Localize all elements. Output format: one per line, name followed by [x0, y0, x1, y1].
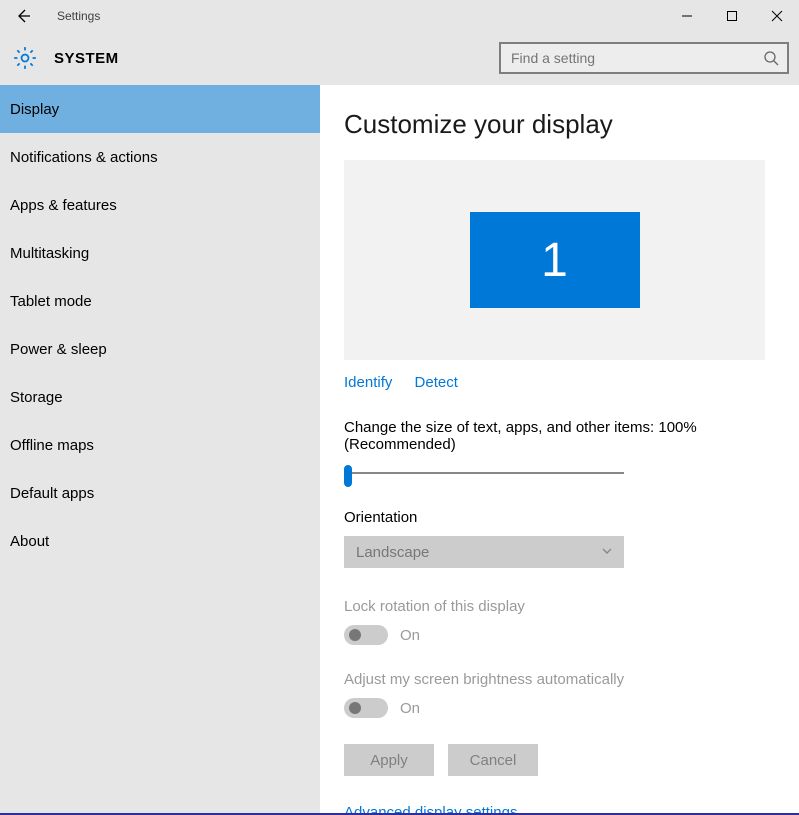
- minimize-icon: [681, 10, 693, 22]
- link-row: Identify Detect: [344, 374, 765, 391]
- window-controls: [664, 0, 799, 32]
- lock-rotation-label: Lock rotation of this display: [344, 598, 765, 615]
- sidebar-item-label: Multitasking: [10, 245, 89, 262]
- apply-button[interactable]: Apply: [344, 744, 434, 776]
- monitor-tile[interactable]: 1: [470, 212, 640, 308]
- cancel-button[interactable]: Cancel: [448, 744, 538, 776]
- gear-icon: [12, 45, 38, 71]
- sidebar-item-label: Storage: [10, 389, 63, 406]
- scale-label: Change the size of text, apps, and other…: [344, 419, 765, 453]
- search-icon: [763, 50, 779, 70]
- search-wrap: [499, 42, 789, 74]
- sidebar-item-label: Power & sleep: [10, 341, 107, 358]
- window-title: Settings: [57, 9, 100, 23]
- scale-slider[interactable]: [344, 463, 624, 483]
- header: SYSTEM: [0, 32, 799, 85]
- button-row: Apply Cancel: [344, 744, 765, 776]
- orientation-value: Landscape: [356, 544, 429, 561]
- sidebar-item-default-apps[interactable]: Default apps: [0, 469, 320, 517]
- orientation-label: Orientation: [344, 509, 765, 526]
- back-button[interactable]: [0, 0, 45, 32]
- toggle-knob: [349, 629, 361, 641]
- sidebar-item-about[interactable]: About: [0, 517, 320, 565]
- chevron-down-icon: [600, 544, 614, 562]
- sidebar-item-storage[interactable]: Storage: [0, 373, 320, 421]
- search-input[interactable]: [509, 49, 779, 67]
- brightness-toggle[interactable]: [344, 698, 388, 718]
- sidebar-item-display[interactable]: Display: [0, 85, 320, 133]
- cancel-label: Cancel: [470, 752, 517, 769]
- brightness-state: On: [400, 700, 420, 717]
- sidebar-item-maps[interactable]: Offline maps: [0, 421, 320, 469]
- sidebar-item-multitasking[interactable]: Multitasking: [0, 229, 320, 277]
- sidebar-item-power[interactable]: Power & sleep: [0, 325, 320, 373]
- slider-thumb[interactable]: [344, 465, 352, 487]
- sidebar-item-apps[interactable]: Apps & features: [0, 181, 320, 229]
- orientation-dropdown[interactable]: Landscape: [344, 536, 624, 568]
- apply-label: Apply: [370, 752, 408, 769]
- lock-rotation-toggle[interactable]: [344, 625, 388, 645]
- lock-rotation-state: On: [400, 627, 420, 644]
- lock-rotation-row: On: [344, 625, 765, 645]
- sidebar-item-label: Notifications & actions: [10, 149, 158, 166]
- sidebar-item-label: About: [10, 533, 49, 550]
- sidebar-item-notifications[interactable]: Notifications & actions: [0, 133, 320, 181]
- main-content: Customize your display 1 Identify Detect…: [320, 85, 799, 815]
- arrow-left-icon: [15, 8, 31, 24]
- page-title: Customize your display: [344, 109, 765, 140]
- sidebar: Display Notifications & actions Apps & f…: [0, 85, 320, 815]
- brightness-label: Adjust my screen brightness automaticall…: [344, 671, 765, 688]
- sidebar-item-label: Apps & features: [10, 197, 117, 214]
- detect-link[interactable]: Detect: [415, 374, 458, 391]
- sidebar-item-tablet[interactable]: Tablet mode: [0, 277, 320, 325]
- titlebar: Settings: [0, 0, 799, 32]
- maximize-icon: [726, 10, 738, 22]
- display-preview[interactable]: 1: [344, 160, 765, 360]
- close-icon: [771, 10, 783, 22]
- sidebar-item-label: Tablet mode: [10, 293, 92, 310]
- sidebar-item-label: Offline maps: [10, 437, 94, 454]
- slider-track-line: [344, 472, 624, 474]
- header-title: SYSTEM: [54, 50, 119, 67]
- close-button[interactable]: [754, 0, 799, 32]
- maximize-button[interactable]: [709, 0, 754, 32]
- minimize-button[interactable]: [664, 0, 709, 32]
- identify-link[interactable]: Identify: [344, 374, 392, 391]
- toggle-knob: [349, 702, 361, 714]
- monitor-number: 1: [541, 233, 568, 288]
- search-box[interactable]: [499, 42, 789, 74]
- brightness-row: On: [344, 698, 765, 718]
- sidebar-item-label: Default apps: [10, 485, 94, 502]
- sidebar-item-label: Display: [10, 101, 59, 118]
